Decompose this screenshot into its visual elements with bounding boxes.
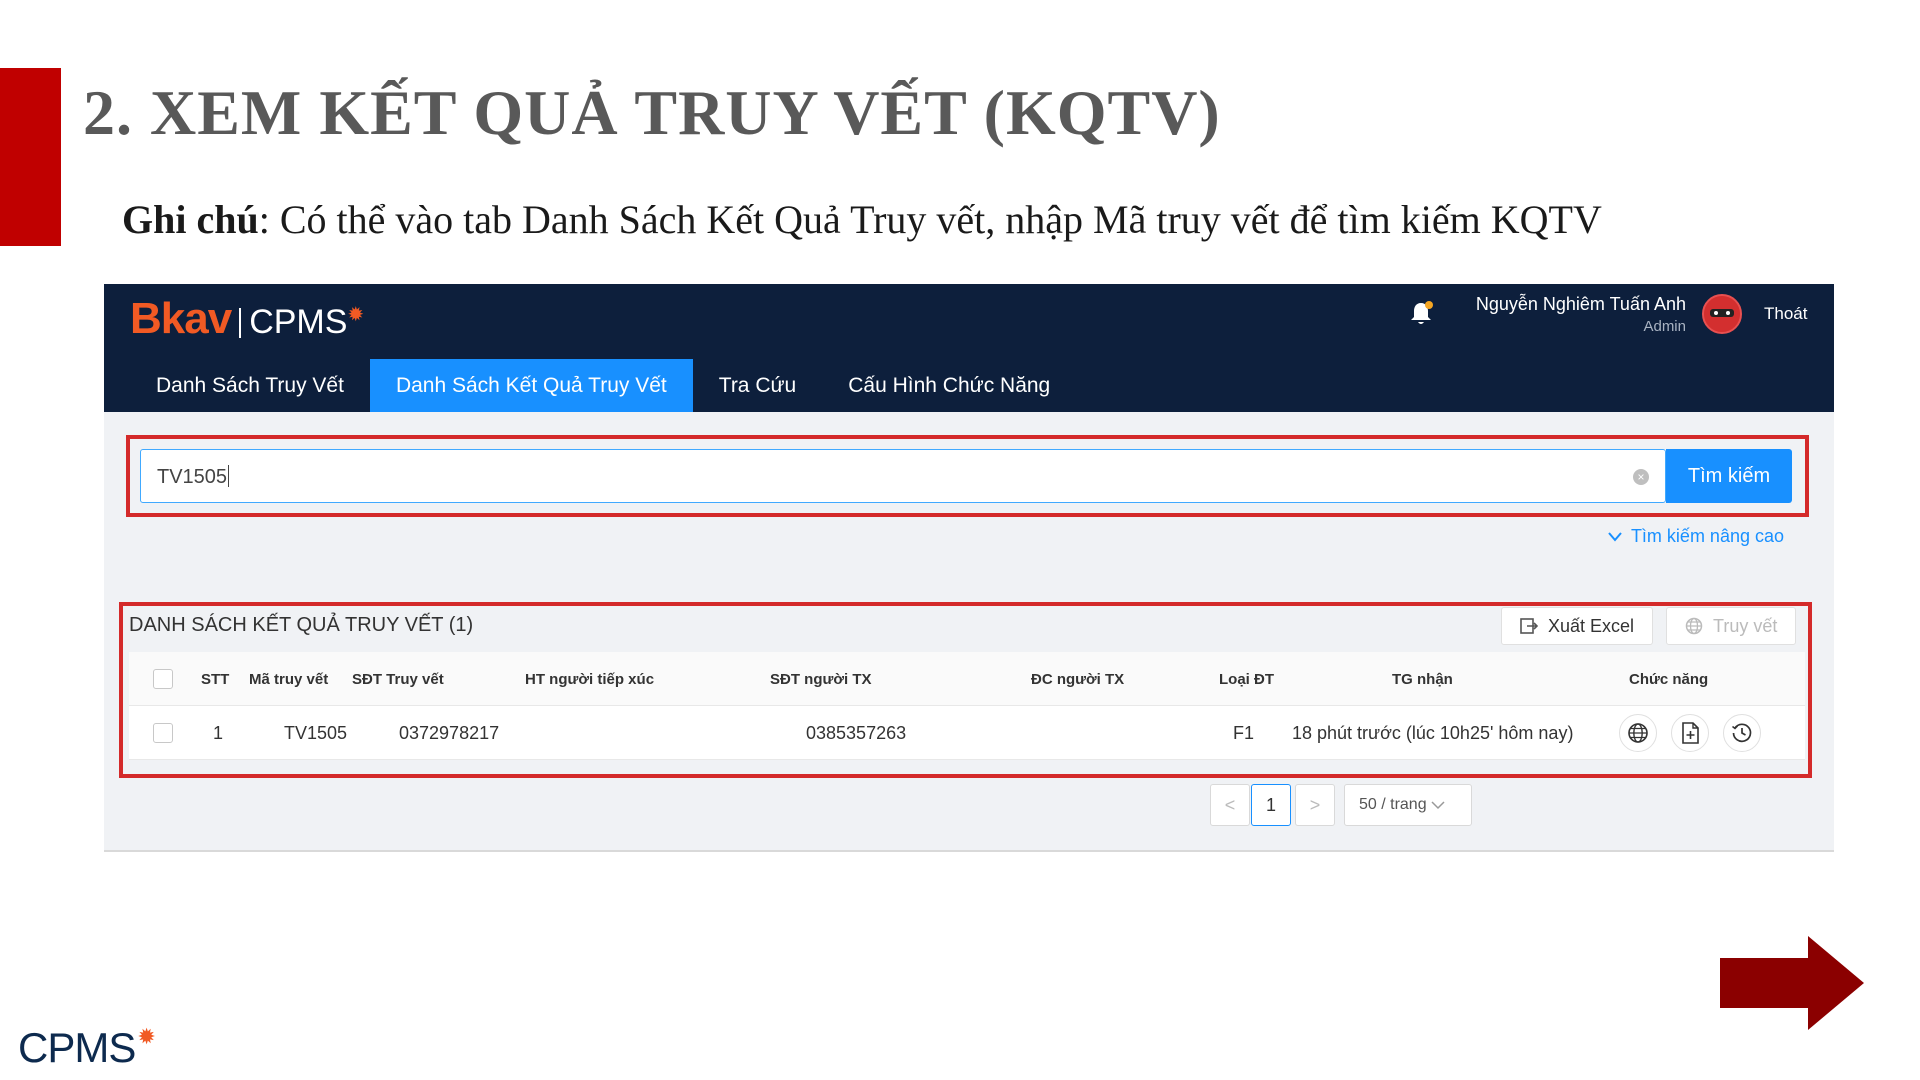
advanced-search-toggle[interactable]: Tìm kiếm nâng cao [1607, 526, 1784, 547]
prev-page-button[interactable]: < [1210, 784, 1250, 826]
logout-link[interactable]: Thoát [1764, 304, 1807, 324]
tab-lookup[interactable]: Tra Cứu [693, 359, 822, 412]
avatar-face-icon [1704, 296, 1740, 332]
advanced-search-label: Tìm kiếm nâng cao [1630, 526, 1784, 546]
cell-ma-truy-vet: TV1505 [284, 722, 348, 743]
history-action-button[interactable] [1723, 714, 1761, 752]
col-ma-truy-vet[interactable]: Mã truy vết [249, 652, 328, 706]
row-checkbox[interactable] [153, 706, 173, 760]
col-dc-nguoi-tx[interactable]: ĐC người TX [1031, 652, 1124, 706]
logo-product: CPMS [249, 302, 348, 341]
export-excel-button[interactable]: Xuất Excel [1501, 607, 1654, 645]
export-excel-label: Xuất Excel [1548, 615, 1635, 636]
col-sdt-truy-vet[interactable]: SĐT Truy vết [352, 652, 444, 706]
notification-bell-icon[interactable] [1406, 298, 1436, 328]
search-highlight-box: TV1505 × Tìm kiếm [126, 435, 1809, 517]
footer-logo-text: CPMS [18, 1024, 136, 1071]
main-nav: Danh Sách Truy Vết Danh Sách Kết Quả Tru… [130, 359, 1076, 412]
user-avatar[interactable] [1702, 294, 1742, 334]
table-header: STT Mã truy vết SĐT Truy vết HT người ti… [129, 652, 1805, 706]
app-screenshot: Bkav CPMS ✹ Nguyễn Nghiêm Tuấn Anh Admin… [104, 284, 1834, 852]
user-role: Admin [1643, 318, 1686, 335]
note-label: Ghi chú [122, 197, 259, 242]
cell-stt: 1 [213, 722, 224, 743]
globe-icon [1685, 617, 1703, 635]
slide-title: 2. XEM KẾT QUẢ TRUY VẾT (KQTV) [83, 77, 1221, 148]
select-all-checkbox[interactable] [153, 652, 173, 706]
tab-trace-results[interactable]: Danh Sách Kết Quả Truy Vết [369, 359, 693, 412]
cell-loai-dt: F1 [1233, 722, 1255, 743]
results-highlight-box: DANH SÁCH KẾT QUẢ TRUY VẾT (1) Xuất Exce… [119, 602, 1812, 778]
tab-function-config[interactable]: Cấu Hình Chức Năng [822, 359, 1076, 412]
cell-sdt-nguoi-tx: 0385357263 [806, 722, 907, 743]
pagination: < 1 > 50 / trang [104, 784, 1834, 826]
app-header: Bkav CPMS ✹ Nguyễn Nghiêm Tuấn Anh Admin… [104, 284, 1834, 412]
col-loai-dt[interactable]: Loại ĐT [1219, 652, 1274, 706]
cell-tg-nhan: 18 phút trước (lúc 10h25' hôm nay) [1292, 722, 1574, 743]
note-text: : Có thể vào tab Danh Sách Kết Quả Truy … [258, 197, 1602, 242]
table-row: 1 TV1505 0372978217 0385357263 F1 18 phú… [129, 706, 1805, 760]
user-name[interactable]: Nguyễn Nghiêm Tuấn Anh [1476, 294, 1686, 315]
virus-icon: ✹ [137, 1024, 156, 1049]
chevron-down-icon [1608, 531, 1622, 542]
page-size-label: 50 / trang [1359, 796, 1427, 813]
search-input[interactable]: TV1505 × [140, 449, 1666, 503]
slide-note: Ghi chú: Có thể vào tab Danh Sách Kết Qu… [122, 196, 1602, 243]
slide-accent-bar [0, 68, 61, 246]
search-input-value: TV1505 [157, 465, 230, 488]
trace-button[interactable]: Truy vết [1666, 607, 1797, 645]
page-size-select[interactable]: 50 / trang [1344, 784, 1472, 826]
trace-label: Truy vết [1713, 615, 1778, 636]
tab-trace-list[interactable]: Danh Sách Truy Vết [130, 359, 370, 412]
col-ht-nguoi-tiep-xuc[interactable]: HT người tiếp xúc [525, 652, 654, 706]
history-icon [1732, 723, 1752, 743]
file-add-icon [1682, 722, 1699, 744]
clear-icon[interactable]: × [1633, 469, 1649, 485]
col-sdt-nguoi-tx[interactable]: SĐT người TX [770, 652, 872, 706]
file-add-action-button[interactable] [1671, 714, 1709, 752]
app-logo[interactable]: Bkav CPMS ✹ [130, 294, 364, 344]
globe-action-button[interactable] [1619, 714, 1657, 752]
col-chuc-nang: Chức năng [1629, 670, 1709, 688]
search-button[interactable]: Tìm kiếm [1666, 449, 1792, 503]
next-slide-arrow-icon[interactable] [1720, 936, 1864, 1030]
export-icon [1520, 618, 1538, 634]
col-tg-nhan[interactable]: TG nhận [1392, 652, 1453, 706]
globe-icon [1628, 723, 1648, 743]
results-title: DANH SÁCH KẾT QUẢ TRUY VẾT (1) [129, 614, 474, 636]
chevron-down-icon [1431, 801, 1445, 810]
logo-virus-icon: ✹ [347, 304, 365, 326]
row-actions [1619, 706, 1775, 760]
col-stt[interactable]: STT [201, 652, 229, 706]
page-1-button[interactable]: 1 [1251, 784, 1291, 826]
footer-logo: CPMS ✹ [18, 1024, 156, 1072]
logo-brand: Bkav [130, 294, 232, 343]
logo-separator [239, 308, 242, 338]
next-page-button[interactable]: > [1295, 784, 1335, 826]
cell-sdt-truy-vet: 0372978217 [399, 722, 500, 743]
